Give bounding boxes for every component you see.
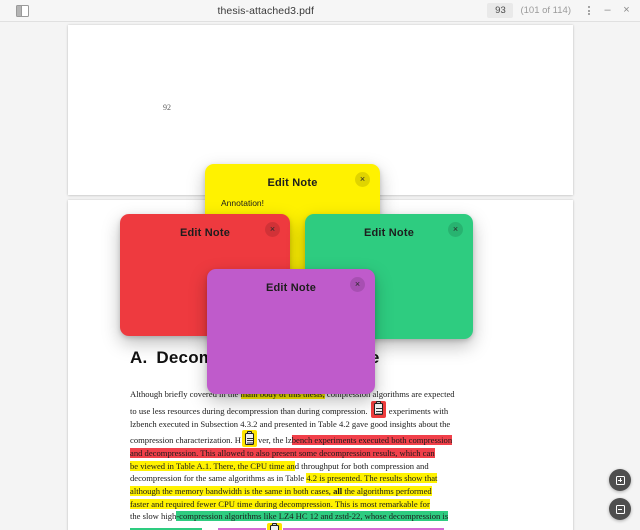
pdf-viewer-window: thesis-attached3.pdf 93 (101 of 114) – ×… (0, 0, 640, 530)
paragraph-line: be viewed in Table A.1. There, the CPU t… (130, 460, 513, 473)
page-count-label: (101 of 114) (515, 5, 578, 16)
overflow-menu-button[interactable] (580, 2, 597, 19)
window-titlebar: thesis-attached3.pdf 93 (101 of 114) – × (0, 0, 640, 22)
edit-note-close-icon[interactable]: × (265, 222, 280, 237)
section-heading-number: A. (130, 348, 147, 367)
zoom-controls (609, 469, 631, 520)
edit-note-close-icon[interactable]: × (448, 222, 463, 237)
edit-note-text[interactable]: Annotation! (205, 189, 380, 208)
note-marker-icon[interactable] (242, 430, 257, 447)
kebab-menu-icon (588, 6, 590, 15)
paragraph-line: compression characterization. Hver, the … (130, 430, 513, 447)
edit-note-title: Edit Note (205, 164, 380, 189)
paragraph-line: decompression for the same algorithms as… (130, 472, 513, 485)
page-folio-number: 92 (163, 103, 171, 112)
paragraph-line: faster and required fewer CPU time durin… (130, 498, 513, 511)
body-paragraph: Although briefly covered in the main bod… (130, 388, 513, 530)
zoom-out-button[interactable] (609, 498, 631, 520)
paragraph-line: although the memory bandwidth is the sam… (130, 485, 513, 498)
paragraph-line: and decompression. This allowed to also … (130, 447, 513, 460)
edit-note-text[interactable] (305, 239, 473, 248)
edit-note-text[interactable] (120, 239, 290, 248)
window-title: thesis-attached3.pdf (44, 5, 487, 17)
note-marker-icon[interactable] (267, 523, 282, 530)
paragraph-line: to use less resources during decompressi… (130, 401, 513, 418)
zoom-in-button[interactable] (609, 469, 631, 491)
zoom-in-icon (616, 476, 625, 485)
minimize-button[interactable]: – (599, 2, 616, 19)
sidebar-toggle-icon (16, 5, 29, 17)
edit-note-popup-purple[interactable]: Edit Note × (207, 269, 375, 394)
paragraph-line: approximately 350 times faster than them… (130, 523, 513, 530)
zoom-out-icon (616, 505, 625, 514)
note-marker-icon[interactable] (371, 401, 386, 418)
paragraph-line: the slow high-compression algorithms lik… (130, 510, 513, 523)
edit-note-close-icon[interactable]: × (355, 172, 370, 187)
titlebar-controls: 93 (101 of 114) – × (487, 2, 640, 19)
pdf-scroll-area[interactable]: 92 A.Decompression Advantage Although br… (0, 22, 640, 530)
close-button[interactable]: × (618, 2, 635, 19)
edit-note-text[interactable] (207, 294, 375, 303)
edit-note-close-icon[interactable]: × (350, 277, 365, 292)
sidebar-toggle-button[interactable] (0, 5, 44, 17)
page-number-input[interactable]: 93 (487, 3, 513, 18)
paragraph-line: lzbench executed in Subsection 4.3.2 and… (130, 418, 513, 431)
